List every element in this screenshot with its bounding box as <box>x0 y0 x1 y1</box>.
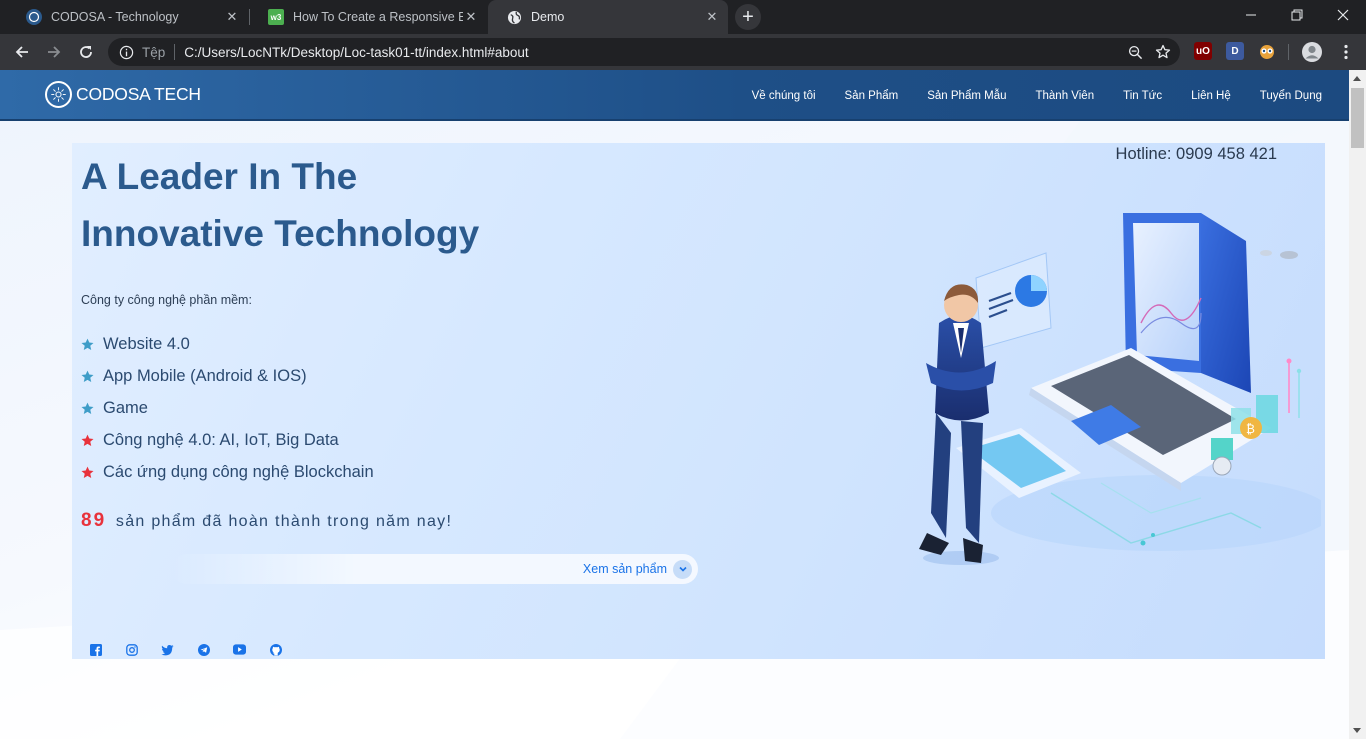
chevron-down-icon <box>673 559 692 579</box>
profile-avatar-icon[interactable] <box>1298 38 1326 66</box>
file-scheme-label: Tệp <box>142 44 166 60</box>
hotline-text: Hotline: 0909 458 421 <box>1115 145 1277 163</box>
address-divider <box>174 44 176 60</box>
browser-tab-codosa[interactable]: CODOSA - Technology ✕ <box>8 0 248 34</box>
telegram-icon[interactable] <box>197 643 210 656</box>
browser-tab-demo[interactable]: Demo ✕ <box>488 0 728 34</box>
ublock-extension-label: uO <box>1196 45 1210 57</box>
facebook-icon[interactable] <box>89 643 102 656</box>
minimize-window-button[interactable] <box>1228 0 1274 30</box>
owl-extension-icon[interactable] <box>1258 42 1276 60</box>
page-scrollbar[interactable] <box>1349 70 1366 739</box>
tab-title: CODOSA - Technology <box>51 10 179 24</box>
social-links <box>89 643 305 656</box>
address-bar[interactable]: Tệp C:/Users/LocNTk/Desktop/Loc-task01-t… <box>108 38 1180 66</box>
bookmark-star-icon[interactable] <box>1152 41 1174 63</box>
close-window-button[interactable] <box>1320 0 1366 30</box>
view-products-button[interactable]: Xem sản phẩm <box>172 554 698 584</box>
scroll-up-arrow-icon[interactable] <box>1353 76 1361 81</box>
youtube-icon[interactable] <box>233 643 246 656</box>
svg-text:₿: ₿ <box>1246 422 1255 436</box>
page-viewport: CODOSA TECH Về chúng tôi Sản Phẩm Sản Ph… <box>0 70 1349 739</box>
browser-tab-w3schools[interactable]: w3 How To Create a Responsive Bott ✕ <box>250 0 487 34</box>
feature-item: App Mobile (Android & IOS) <box>81 360 374 392</box>
ublock-extension-icon[interactable]: uO <box>1194 42 1212 60</box>
feature-label: Website 4.0 <box>103 334 190 353</box>
zoom-icon[interactable] <box>1124 41 1146 63</box>
headline-line-2: Innovative Technology <box>81 213 480 254</box>
instagram-icon[interactable] <box>125 643 138 656</box>
feature-item: Website 4.0 <box>81 328 374 360</box>
globe-icon <box>506 9 522 25</box>
feature-label: Game <box>103 398 148 417</box>
new-tab-button[interactable]: + <box>735 4 761 30</box>
site-logo[interactable]: CODOSA TECH <box>45 81 201 108</box>
d-extension-icon[interactable]: D <box>1226 42 1244 60</box>
codosa-logo-icon <box>45 81 72 108</box>
close-tab-icon[interactable]: ✕ <box>224 9 240 25</box>
info-icon[interactable] <box>118 44 134 60</box>
nav-item-careers[interactable]: Tuyển Dụng <box>1260 90 1322 102</box>
site-header: CODOSA TECH Về chúng tôi Sản Phẩm Sản Ph… <box>0 70 1349 121</box>
nav-item-news[interactable]: Tin Tức <box>1123 90 1162 102</box>
restore-window-button[interactable] <box>1274 0 1320 30</box>
feature-label: App Mobile (Android & IOS) <box>103 366 307 385</box>
close-tab-icon[interactable]: ✕ <box>463 9 479 25</box>
codosa-favicon-icon <box>26 9 42 25</box>
stat-number: 89 <box>81 510 107 531</box>
view-products-label: Xem sản phẩm <box>582 562 667 576</box>
hero-headline: A Leader In The Innovative Technology <box>81 148 641 262</box>
star-icon <box>81 434 94 447</box>
nav-item-sample-products[interactable]: Sản Phẩm Mẫu <box>927 90 1006 102</box>
d-extension-label: D <box>1231 45 1239 57</box>
toolbar-divider <box>1288 44 1289 60</box>
tab-title: How To Create a Responsive Bott <box>293 10 463 24</box>
nav-item-contact[interactable]: Liên Hệ <box>1191 90 1231 102</box>
logo-text: CODOSA TECH <box>76 84 201 104</box>
browser-tab-bar: CODOSA - Technology ✕ w3 How To Create a… <box>0 0 1366 34</box>
star-icon <box>81 338 94 351</box>
back-button[interactable] <box>8 38 36 66</box>
nav-item-products[interactable]: Sản Phẩm <box>845 90 899 102</box>
forward-button[interactable] <box>40 38 68 66</box>
url-text[interactable]: C:/Users/LocNTk/Desktop/Loc-task01-tt/in… <box>184 45 1124 60</box>
company-intro: Công ty công nghệ phần mềm: <box>81 293 252 307</box>
scroll-down-arrow-icon[interactable] <box>1353 728 1361 733</box>
main-nav: Về chúng tôi Sản Phẩm Sản Phẩm Mẫu Thành… <box>723 70 1322 121</box>
feature-item: Các ứng dụng công nghệ Blockchain <box>81 456 374 488</box>
browser-menu-icon[interactable] <box>1332 38 1360 66</box>
star-icon <box>81 370 94 383</box>
star-icon <box>81 466 94 479</box>
feature-label: Các ứng dụng công nghệ Blockchain <box>103 462 374 481</box>
scrollbar-thumb[interactable] <box>1351 88 1364 148</box>
tab-title: Demo <box>531 10 565 24</box>
hero-illustration-image: ₿ <box>919 213 1321 565</box>
feature-list: Website 4.0 App Mobile (Android & IOS) G… <box>81 328 374 488</box>
nav-item-about[interactable]: Về chúng tôi <box>752 90 816 102</box>
nav-item-members[interactable]: Thành Viên <box>1035 90 1094 102</box>
star-icon <box>81 402 94 415</box>
hero-section: Hotline: 0909 458 421 A Leader In The In… <box>72 143 1325 659</box>
w3schools-favicon-icon: w3 <box>268 9 284 25</box>
feature-label: Công nghệ 4.0: AI, IoT, Big Data <box>103 430 339 449</box>
browser-toolbar: Tệp C:/Users/LocNTk/Desktop/Loc-task01-t… <box>0 34 1366 70</box>
github-icon[interactable] <box>269 643 282 656</box>
products-stat: 89 sản phẩm đã hoàn thành trong năm nay! <box>81 510 452 532</box>
stat-text: sản phẩm đã hoàn thành trong năm nay! <box>115 513 453 530</box>
feature-item: Game <box>81 392 374 424</box>
close-tab-icon[interactable]: ✕ <box>704 9 720 25</box>
headline-line-1: A Leader In The <box>81 156 358 197</box>
twitter-icon[interactable] <box>161 643 174 656</box>
feature-item: Công nghệ 4.0: AI, IoT, Big Data <box>81 424 374 456</box>
reload-button[interactable] <box>72 38 100 66</box>
